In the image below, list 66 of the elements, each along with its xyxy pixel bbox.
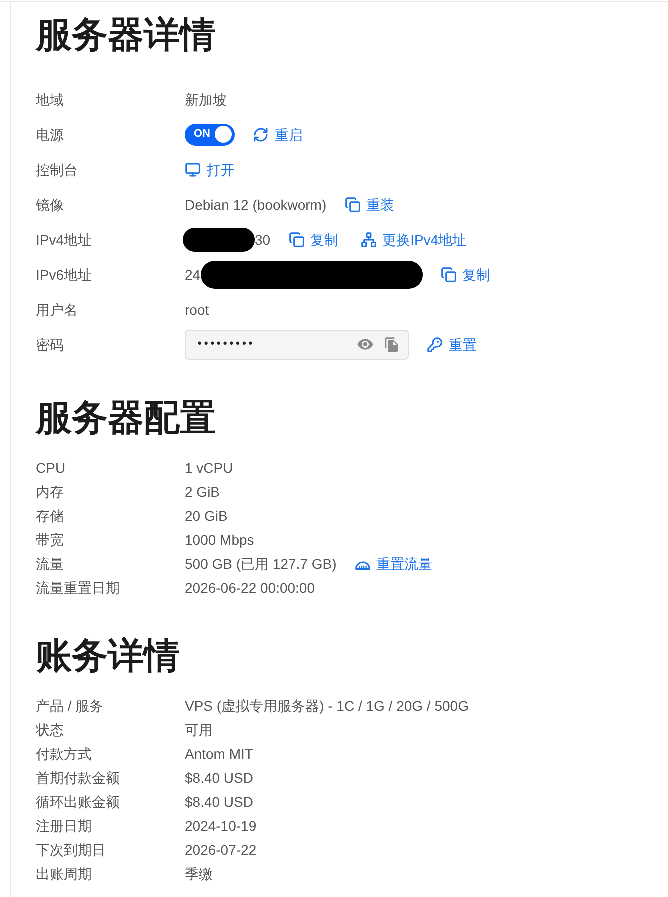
- power-switch[interactable]: ON: [185, 124, 235, 146]
- section-heading: 服务器详情: [36, 13, 217, 56]
- field-label: 产品 / 服务: [36, 697, 105, 716]
- field-label: 首期付款金额: [36, 769, 121, 788]
- field-value: $8.40 USD: [185, 793, 254, 812]
- field-label: 状态: [36, 721, 65, 740]
- gauge-icon: [354, 558, 371, 570]
- field-label: CPU: [36, 459, 67, 478]
- network-icon: [360, 232, 377, 248]
- field-label: 带宽: [36, 531, 65, 550]
- copy-icon: [440, 266, 457, 282]
- field-label: 控制台: [36, 160, 79, 180]
- field-value: 20 GiB: [185, 507, 228, 526]
- field-value: 30: [255, 230, 271, 250]
- field-value: 1 vCPU: [185, 459, 234, 478]
- field-value: 2026-06-22 00:00:00: [185, 579, 315, 598]
- field-value: Antom MIT: [185, 745, 254, 764]
- field-value: 2024-10-19: [185, 817, 257, 836]
- field-value: 新加坡: [185, 90, 227, 110]
- password-field[interactable]: •••••••••: [185, 330, 409, 360]
- copy-icon: [288, 232, 305, 248]
- field-value: Debian 12 (bookworm): [185, 196, 327, 214]
- field-label: IPv4地址: [36, 230, 94, 250]
- copy-icon[interactable]: [384, 336, 400, 352]
- section-heading: 服务器配置: [36, 396, 217, 439]
- reset-password-link[interactable]: 重置: [427, 334, 477, 354]
- redaction-mark: [183, 228, 255, 252]
- field-value: 500 GB (已用 127.7 GB): [185, 555, 337, 574]
- field-value: 可用: [185, 721, 213, 740]
- field-label: 用户名: [36, 300, 79, 320]
- field-label: 地域: [36, 90, 65, 110]
- field-value: 2026-07-22: [185, 841, 257, 860]
- field-label: 电源: [36, 126, 65, 144]
- field-label: 循环出账金额: [36, 793, 121, 812]
- field-value: root: [185, 300, 210, 320]
- field-value: $8.40 USD: [185, 769, 254, 788]
- field-label: 镜像: [36, 196, 65, 214]
- field-label: 存储: [36, 507, 65, 526]
- field-label: 付款方式: [36, 745, 93, 764]
- copy-link[interactable]: 复制: [288, 230, 339, 250]
- field-value: VPS (虚拟专用服务器) - 1C / 1G / 20G / 500G: [185, 697, 469, 716]
- monitor-icon: [185, 162, 201, 178]
- field-value: 2 GiB: [185, 483, 220, 502]
- field-label: 下次到期日: [36, 841, 107, 860]
- field-value: 24: [185, 266, 201, 284]
- eye-icon[interactable]: [357, 336, 374, 353]
- change-ip-link[interactable]: 更换IPv4地址: [360, 230, 467, 250]
- field-label: 注册日期: [36, 817, 93, 836]
- field-value: 季缴: [185, 865, 213, 884]
- field-label: IPv6地址: [36, 266, 94, 284]
- copy-link[interactable]: 复制: [440, 264, 491, 284]
- section-heading: 账务详情: [36, 634, 181, 677]
- field-label: 出账周期: [36, 865, 93, 884]
- field-label: 流量: [36, 555, 65, 574]
- reinstall-link[interactable]: 重装: [344, 194, 395, 214]
- knob-icon: [215, 126, 232, 143]
- reset-traffic-link[interactable]: 重置流量: [354, 554, 433, 574]
- copy-icon: [344, 196, 361, 212]
- restart-link[interactable]: 重启: [253, 124, 303, 144]
- field-label: 流量重置日期: [36, 579, 121, 598]
- refresh-icon: [253, 126, 269, 142]
- field-label: 密码: [36, 336, 65, 354]
- field-label: 内存: [36, 483, 65, 502]
- open-console-link[interactable]: 打开: [185, 160, 235, 180]
- field-value: 1000 Mbps: [185, 531, 254, 550]
- key-icon: [427, 336, 443, 352]
